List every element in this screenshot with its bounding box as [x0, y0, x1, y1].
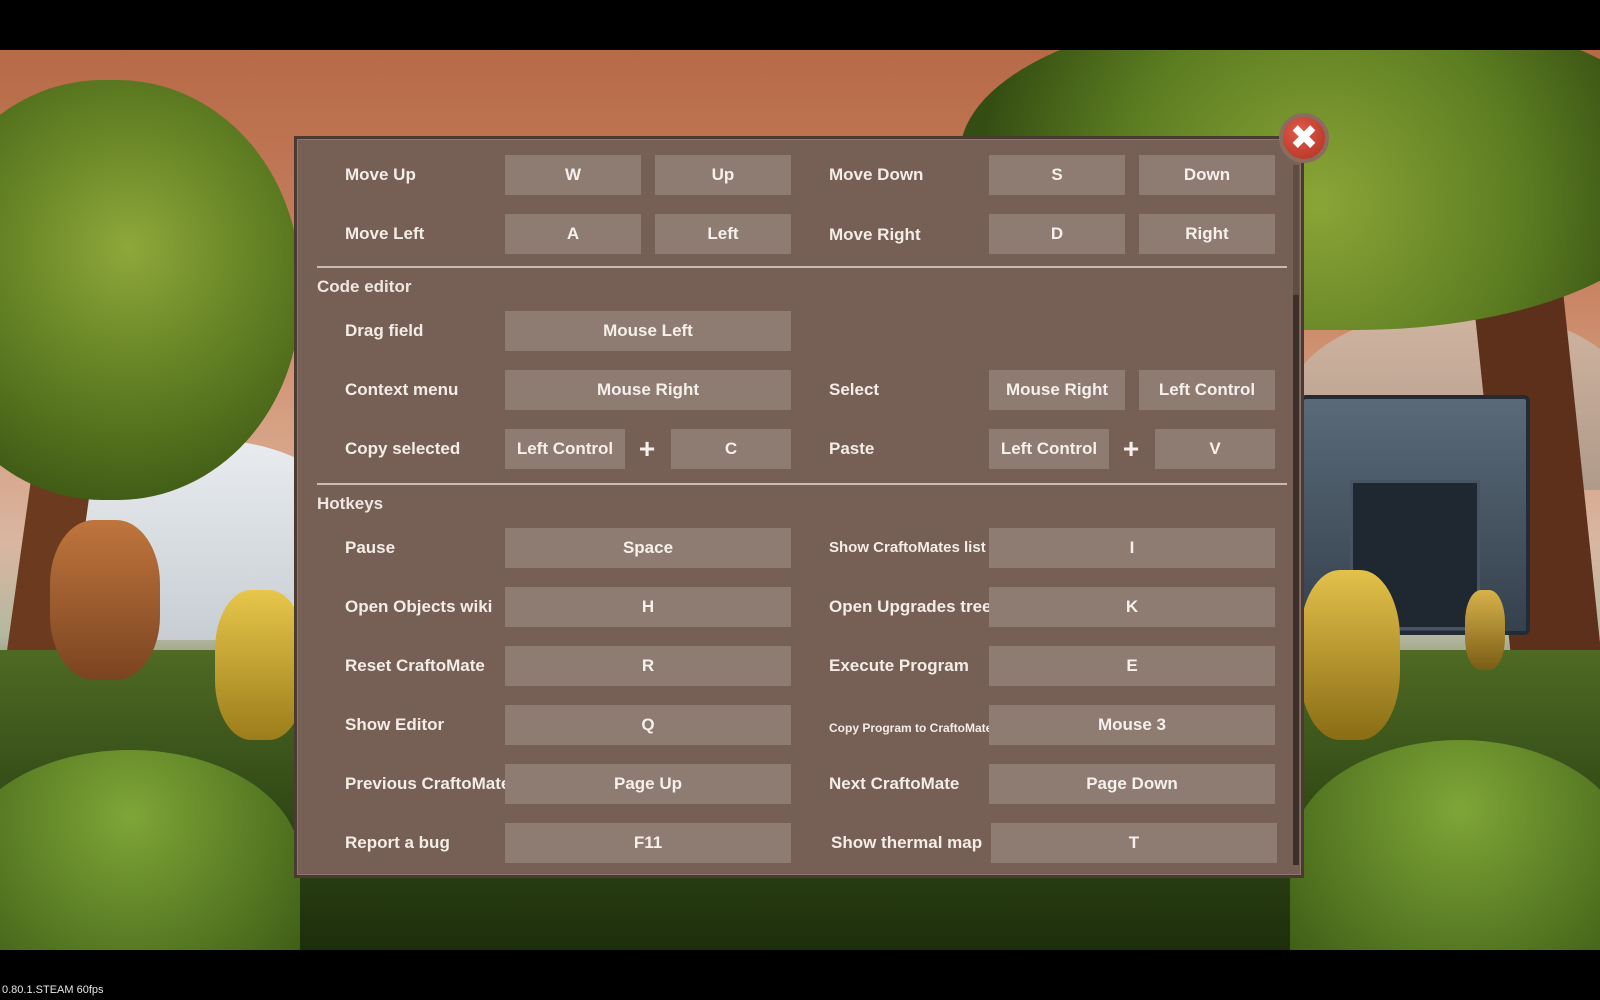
execute-program-label: Execute Program — [829, 656, 969, 675]
move-right-key-primary[interactable]: D — [989, 214, 1125, 254]
select-key-primary[interactable]: Mouse Right — [989, 370, 1125, 410]
pause-key[interactable]: Space — [505, 528, 791, 568]
craftomate-robot — [1300, 570, 1400, 740]
paste-modifier-key[interactable]: Left Control — [989, 429, 1109, 469]
reset-craftomate-label: Reset CraftoMate — [345, 656, 485, 675]
move-up-key-secondary[interactable]: Up — [655, 155, 791, 195]
section-divider — [317, 266, 1287, 268]
controls-panel: Move Up W Up Move Down S Down Move Left … — [294, 136, 1304, 878]
copy-selected-modifier-key[interactable]: Left Control — [505, 429, 625, 469]
copy-program-label: Copy Program to CraftoMate — [829, 721, 993, 735]
report-bug-key[interactable]: F11 — [505, 823, 791, 863]
section-title-hotkeys: Hotkeys — [317, 494, 384, 513]
craftomate-robot — [50, 520, 160, 680]
show-craftomates-list-key[interactable]: I — [989, 528, 1275, 568]
section-divider — [317, 483, 1287, 485]
left-tree-canopy — [0, 80, 300, 500]
open-objects-wiki-key[interactable]: H — [505, 587, 791, 627]
move-right-label: Move Right — [829, 225, 921, 244]
copy-selected-key[interactable]: C — [671, 429, 791, 469]
show-craftomates-list-label: Show CraftoMates list — [829, 539, 986, 556]
plus-icon: + — [1122, 433, 1140, 464]
paste-key[interactable]: V — [1155, 429, 1275, 469]
move-down-key-secondary[interactable]: Down — [1139, 155, 1275, 195]
letterbox-bottom — [0, 950, 1600, 1000]
letterbox-top — [0, 0, 1600, 50]
show-thermal-map-label: Show thermal map — [831, 833, 983, 852]
scrollbar-track[interactable] — [1293, 165, 1299, 865]
show-editor-label: Show Editor — [345, 715, 445, 734]
paste-label: Paste — [829, 439, 875, 458]
close-button[interactable]: ✖ — [1279, 113, 1329, 163]
pause-label: Pause — [345, 538, 396, 557]
craftomate-robot — [215, 590, 305, 740]
scrollbar-thumb[interactable] — [1293, 295, 1299, 865]
move-right-key-secondary[interactable]: Right — [1139, 214, 1275, 254]
open-upgrades-tree-label: Open Upgrades tree — [829, 597, 992, 616]
section-title-code-editor: Code editor — [317, 277, 412, 296]
move-up-label: Move Up — [345, 165, 416, 184]
previous-craftomate-key[interactable]: Page Up — [505, 764, 791, 804]
version-label: 0.80.1.STEAM 60fps — [2, 984, 104, 996]
copy-program-key[interactable]: Mouse 3 — [989, 705, 1275, 745]
context-menu-key[interactable]: Mouse Right — [505, 370, 791, 410]
close-icon: ✖ — [1289, 119, 1319, 157]
move-left-key-secondary[interactable]: Left — [655, 214, 791, 254]
next-craftomate-key[interactable]: Page Down — [989, 764, 1275, 804]
move-down-label: Move Down — [829, 165, 924, 184]
show-editor-key[interactable]: Q — [505, 705, 791, 745]
previous-craftomate-label: Previous CraftoMate — [345, 774, 511, 793]
copy-selected-label: Copy selected — [345, 439, 461, 458]
drag-field-key[interactable]: Mouse Left — [505, 311, 791, 351]
execute-program-key[interactable]: E — [989, 646, 1275, 686]
move-left-label: Move Left — [345, 224, 425, 243]
open-upgrades-tree-key[interactable]: K — [989, 587, 1275, 627]
select-key-secondary[interactable]: Left Control — [1139, 370, 1275, 410]
select-label: Select — [829, 380, 880, 399]
drag-field-label: Drag field — [345, 321, 424, 340]
report-bug-label: Report a bug — [345, 833, 450, 852]
plus-icon: + — [638, 433, 656, 464]
craftomate-robot — [1465, 590, 1505, 670]
open-objects-wiki-label: Open Objects wiki — [345, 597, 493, 616]
context-menu-label: Context menu — [345, 380, 459, 399]
move-left-key-primary[interactable]: A — [505, 214, 641, 254]
move-up-key-primary[interactable]: W — [505, 155, 641, 195]
next-craftomate-label: Next CraftoMate — [829, 774, 960, 793]
show-thermal-map-key[interactable]: T — [991, 823, 1277, 863]
reset-craftomate-key[interactable]: R — [505, 646, 791, 686]
move-down-key-primary[interactable]: S — [989, 155, 1125, 195]
